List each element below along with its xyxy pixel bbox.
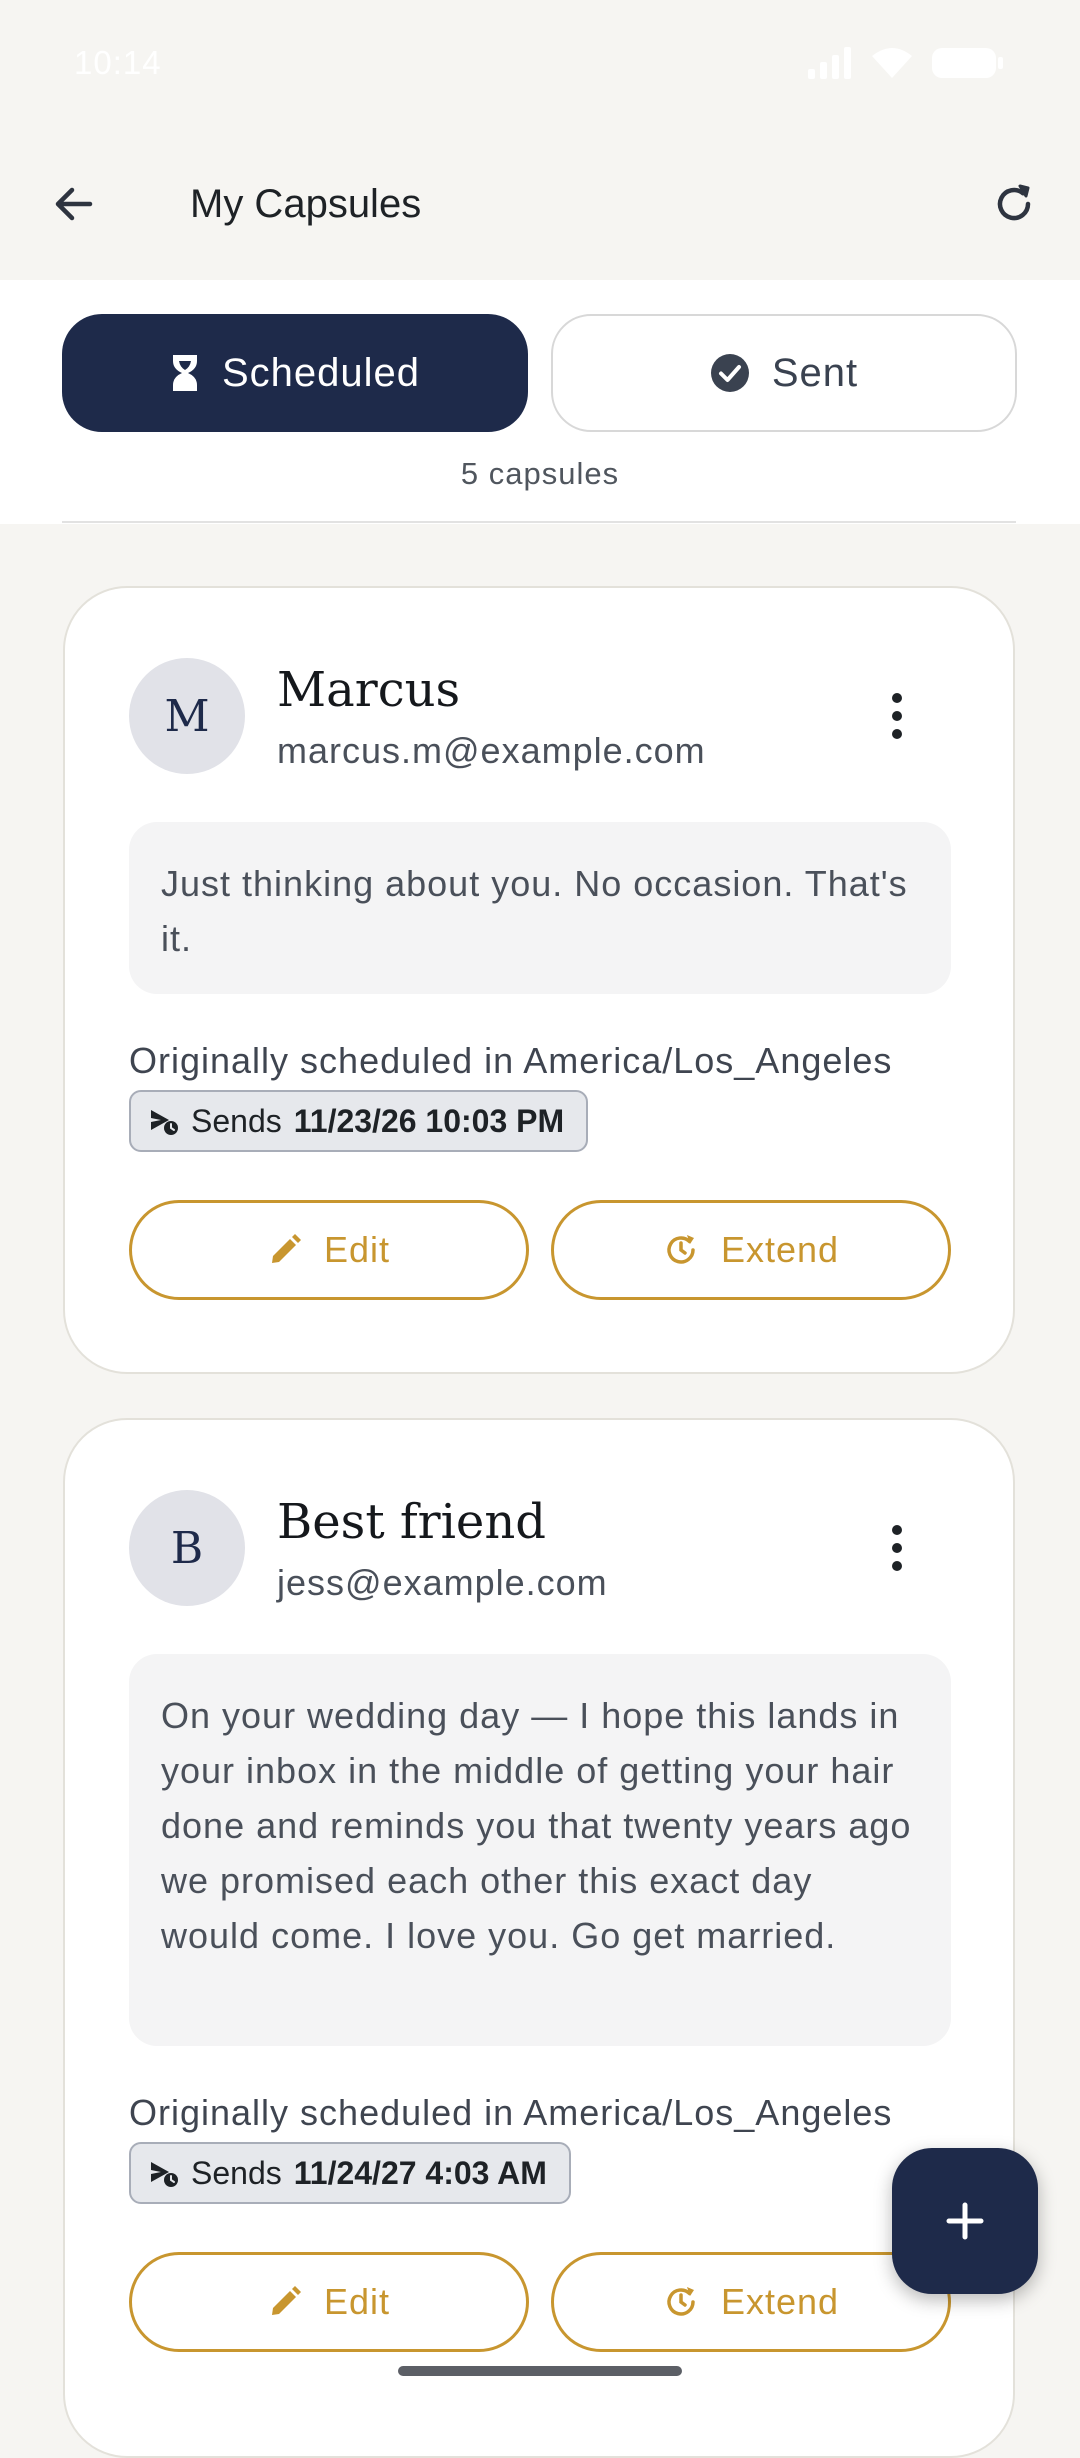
wifi-icon [872, 48, 912, 78]
scheduled-send-icon [151, 1110, 178, 1135]
send-prefix: Sends [191, 1102, 282, 1139]
tab-scheduled-label: Scheduled [221, 350, 421, 395]
pencil-icon [271, 2286, 301, 2315]
new-capsule-fab[interactable] [892, 2148, 1038, 2294]
more-vert-icon [892, 693, 902, 703]
more-vert-icon [892, 1525, 902, 1535]
page-title: My Capsules [190, 182, 422, 226]
edit-button[interactable]: Edit [129, 2252, 529, 2352]
status-bar: 10:14 [0, 0, 1080, 130]
plus-icon [946, 2202, 984, 2240]
recipient-email: jess@example.com [277, 1562, 608, 1603]
back-button[interactable] [38, 168, 110, 240]
extend-clock-icon [667, 2287, 695, 2316]
arrow-left-icon [55, 187, 93, 221]
send-prefix: Sends [191, 2154, 282, 2191]
more-options-button[interactable] [877, 1512, 917, 1584]
avatar: B [129, 1490, 245, 1606]
scheduled-send-icon [151, 2162, 178, 2187]
pencil-icon [271, 1234, 301, 1263]
tab-sent-label: Sent [771, 350, 859, 395]
timezone-note: Originally scheduled in America/Los_Ange… [129, 2092, 893, 2133]
status-time: 10:14 [74, 44, 162, 81]
signal-icon [808, 47, 851, 79]
recipient-email: marcus.m@example.com [277, 730, 706, 771]
recipient-name: Best friend [277, 1494, 546, 1550]
tab-sent[interactable]: Sent [551, 314, 1017, 432]
extend-button[interactable]: Extend [551, 2252, 951, 2352]
more-options-button[interactable] [877, 680, 917, 752]
divider [62, 521, 1016, 523]
send-time-chip: Sends 11/24/27 4:03 AM [129, 2142, 571, 2204]
edit-label: Edit [323, 2281, 391, 2322]
timezone-note: Originally scheduled in America/Los_Ange… [129, 1040, 893, 1081]
message-preview: Just thinking about you. No occasion. Th… [129, 822, 951, 994]
battery-icon [932, 48, 1003, 78]
capsule-card: M Marcus marcus.m@example.com Just think… [63, 586, 1015, 1374]
extend-label: Extend [720, 1229, 840, 1270]
send-time: 11/23/26 10:03 PM [293, 1102, 565, 1139]
edit-button[interactable]: Edit [129, 1200, 529, 1300]
send-time: 11/24/27 4:03 AM [293, 2154, 547, 2191]
message-preview: On your wedding day — I hope this lands … [129, 1654, 951, 2046]
send-time-chip: Sends 11/23/26 10:03 PM [129, 1090, 589, 1152]
refresh-button[interactable] [978, 168, 1050, 240]
recipient-name: Marcus [277, 662, 461, 718]
tabs-panel: Scheduled Sent 5 capsules [0, 280, 1080, 524]
check-circle-icon [710, 354, 749, 392]
capsule-card: B Best friend jess@example.com On your w… [63, 1418, 1015, 2458]
extend-clock-icon [667, 1235, 695, 1264]
status-icons [808, 46, 1004, 80]
extend-button[interactable]: Extend [551, 1200, 951, 1300]
home-indicator[interactable] [398, 2366, 682, 2376]
refresh-icon [997, 184, 1031, 221]
edit-label: Edit [323, 1229, 391, 1270]
hourglass-icon [172, 355, 197, 391]
app-bar: My Capsules [0, 130, 1080, 280]
tab-scheduled[interactable]: Scheduled [62, 314, 528, 432]
avatar: M [129, 658, 245, 774]
capsule-count: 5 capsules [460, 456, 620, 491]
extend-label: Extend [720, 2281, 840, 2322]
